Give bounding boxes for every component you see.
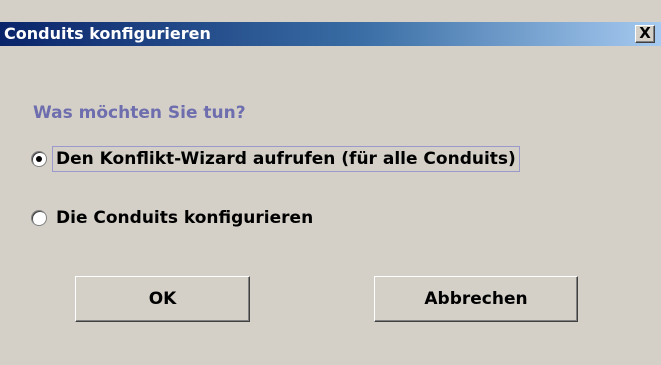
cancel-button-label: Abbrechen [424,289,528,309]
radio-button-selected[interactable] [31,151,47,167]
cancel-button[interactable]: Abbrechen [374,276,578,322]
option-configure-conduits[interactable]: Die Conduits konfigurieren [31,204,316,232]
option-configure-conduits-label: Die Conduits konfigurieren [56,208,314,228]
ok-button-label: OK [148,289,177,309]
question-label: Was möchten Sie tun? [33,103,246,123]
option-conflict-wizard[interactable]: Den Konflikt-Wizard aufrufen (für alle C… [31,145,520,173]
ok-button[interactable]: OK [75,276,250,322]
close-button[interactable]: X [635,25,655,43]
title-bar[interactable]: Conduits konfigurieren X [0,22,661,46]
radio-button-unselected[interactable] [31,210,47,226]
dialog-window: Conduits konfigurieren X Was möchten Sie… [0,0,661,365]
close-icon: X [639,24,651,42]
option-conflict-wizard-label: Den Konflikt-Wizard aufrufen (für alle C… [52,146,520,172]
window-title: Conduits konfigurieren [4,24,211,43]
